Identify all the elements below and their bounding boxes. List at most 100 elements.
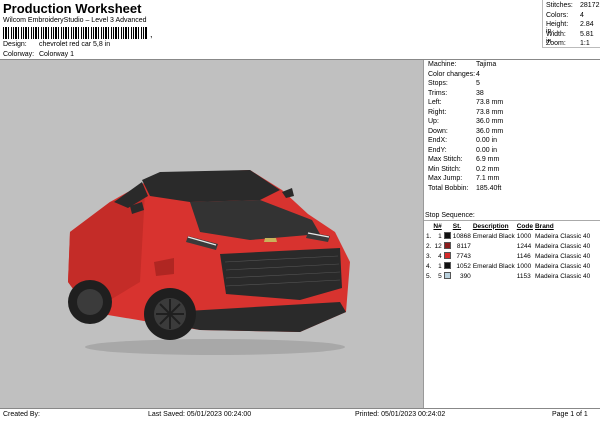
info-value: 7.1 mm (476, 175, 500, 182)
info-label: Trims: (428, 89, 448, 97)
page-title: Production Worksheet (3, 1, 142, 16)
info-value: 38 (476, 89, 484, 97)
color-swatch (443, 252, 451, 260)
stat-label: Stitches: (546, 2, 573, 9)
barcode-tail: , (150, 29, 153, 39)
stop-index: 3. (426, 252, 432, 260)
info-row: EndY: 0.00 in (428, 146, 600, 156)
stop-sequence-title: Stop Sequence: (425, 212, 475, 219)
last-saved: Last Saved: 05/01/2023 00:24:00 (148, 411, 252, 418)
info-value: 36.0 mm (476, 118, 504, 125)
thread-brand: Madeira Classic 40 (534, 242, 591, 250)
needle-number: 1 (438, 232, 442, 240)
stitch-count: 10868 (452, 232, 471, 240)
info-value: 36.0 mm (476, 127, 504, 135)
stop-index: 5. (426, 272, 432, 280)
thread-code: 1146 (516, 252, 531, 260)
info-label: EndY: (428, 146, 447, 154)
info-value: 0.2 mm (476, 165, 500, 173)
info-row: EndX: 0.00 in (428, 136, 600, 146)
info-row: Left: 73.8 mm (428, 98, 600, 108)
info-row: Total Bobbin: 185.40ft (428, 184, 600, 194)
info-label: Left: (428, 99, 442, 106)
info-row: Trims: 38 (428, 89, 600, 99)
page-number: Page 1 of 1 (552, 411, 588, 418)
stop-index: 1. (426, 232, 432, 240)
info-row: Max Stitch: 6.9 mm (428, 155, 600, 165)
table-row: 1. 1 10868 Emerald Black 1000 Madeira Cl… (426, 231, 592, 241)
thread-description (473, 241, 517, 251)
thread-code: 1244 (516, 242, 532, 250)
info-row: Right: 73.8 mm (428, 108, 600, 118)
thread-description (473, 271, 517, 281)
color-swatch-cell (443, 271, 453, 281)
thread-code: 1000 (516, 232, 532, 240)
color-swatch-cell (443, 251, 453, 261)
col-header-description: Description (472, 222, 509, 230)
color-swatch (443, 262, 451, 270)
info-label: Down: (428, 127, 448, 135)
footer-divider (0, 408, 600, 409)
colorway-row: Colorway: Colorway 1 (3, 51, 74, 58)
created-by: Created By: (3, 411, 40, 418)
barcode (3, 27, 148, 39)
info-value: 5 (476, 80, 480, 87)
design-row: Design: chevrolet red car 5,8 in (3, 41, 110, 48)
color-swatch-cell (443, 241, 453, 251)
color-swatch-cell (443, 261, 453, 271)
col-header-n: N# (433, 222, 442, 230)
stat-label: Colors: (546, 11, 569, 19)
info-label: EndX: (428, 137, 448, 144)
info-value: 0.00 in (476, 146, 498, 154)
info-row: Stops: 5 (428, 79, 600, 89)
stitch-count: 8117 (456, 242, 471, 250)
info-row: Min Stitch: 0.2 mm (428, 165, 600, 175)
thread-brand: Madeira Classic 40 (534, 232, 591, 240)
stop-sequence-table: N# St. Description Code Brand 1. 1 10868… (426, 222, 592, 281)
info-row: Max Jump: 7.1 mm (428, 174, 600, 184)
thread-brand: Madeira Classic 40 (534, 252, 591, 260)
stat-value: 4 (580, 11, 584, 19)
stat-value: 1:1 (580, 40, 590, 47)
stat-stitches: Stitches: 28172 (546, 2, 599, 9)
info-label: Max Jump: (428, 175, 463, 182)
stop-sequence-divider (424, 220, 600, 221)
info-row: Up: 36.0 mm (428, 117, 600, 127)
thread-brand: Madeira Classic 40 (534, 262, 591, 270)
info-row: Machine: Tajima (428, 60, 600, 70)
col-header-brand: Brand (534, 222, 554, 230)
color-swatch (443, 272, 451, 280)
info-value: 185.40ft (476, 184, 502, 192)
design-label: Design: (3, 41, 27, 48)
info-value: 6.9 mm (476, 156, 500, 163)
needle-number: 12 (434, 242, 442, 250)
thread-description (473, 251, 517, 261)
info-label: Min Stitch: (428, 165, 461, 173)
info-label: Total Bobbin: (428, 184, 469, 192)
printed-date: Printed: 05/01/2023 00:24:02 (355, 411, 446, 418)
info-value: 73.8 mm (476, 108, 504, 116)
stat-zoom: Zoom: 1:1 (546, 40, 590, 47)
thread-code: 1153 (516, 272, 531, 280)
info-value: 73.8 mm (476, 99, 504, 106)
thread-brand: Madeira Classic 40 (534, 272, 591, 280)
info-value: 4 (476, 70, 480, 78)
car-embroidery-image (68, 170, 350, 355)
col-header-st: St. (452, 222, 462, 230)
design-preview (0, 60, 424, 408)
color-swatch (443, 242, 451, 250)
info-label: Stops: (428, 80, 448, 87)
stop-index: 2. (426, 242, 432, 250)
stat-label: Zoom: (546, 40, 566, 47)
colorway-label: Colorway: (3, 51, 35, 58)
stop-index: 4. (426, 262, 432, 270)
info-label: Machine: (428, 61, 457, 68)
thread-description: Emerald Black (472, 262, 515, 270)
table-row: 4. 1 1052 Emerald Black 1000 Madeira Cla… (426, 261, 592, 271)
info-row: Down: 36.0 mm (428, 127, 600, 137)
color-swatch (443, 232, 451, 240)
software-subtitle: Wilcom EmbroideryStudio – Level 3 Advanc… (3, 17, 147, 24)
design-value: chevrolet red car 5,8 in (38, 41, 111, 48)
colorway-value: Colorway 1 (38, 51, 74, 58)
stat-label: Width: (546, 30, 566, 38)
